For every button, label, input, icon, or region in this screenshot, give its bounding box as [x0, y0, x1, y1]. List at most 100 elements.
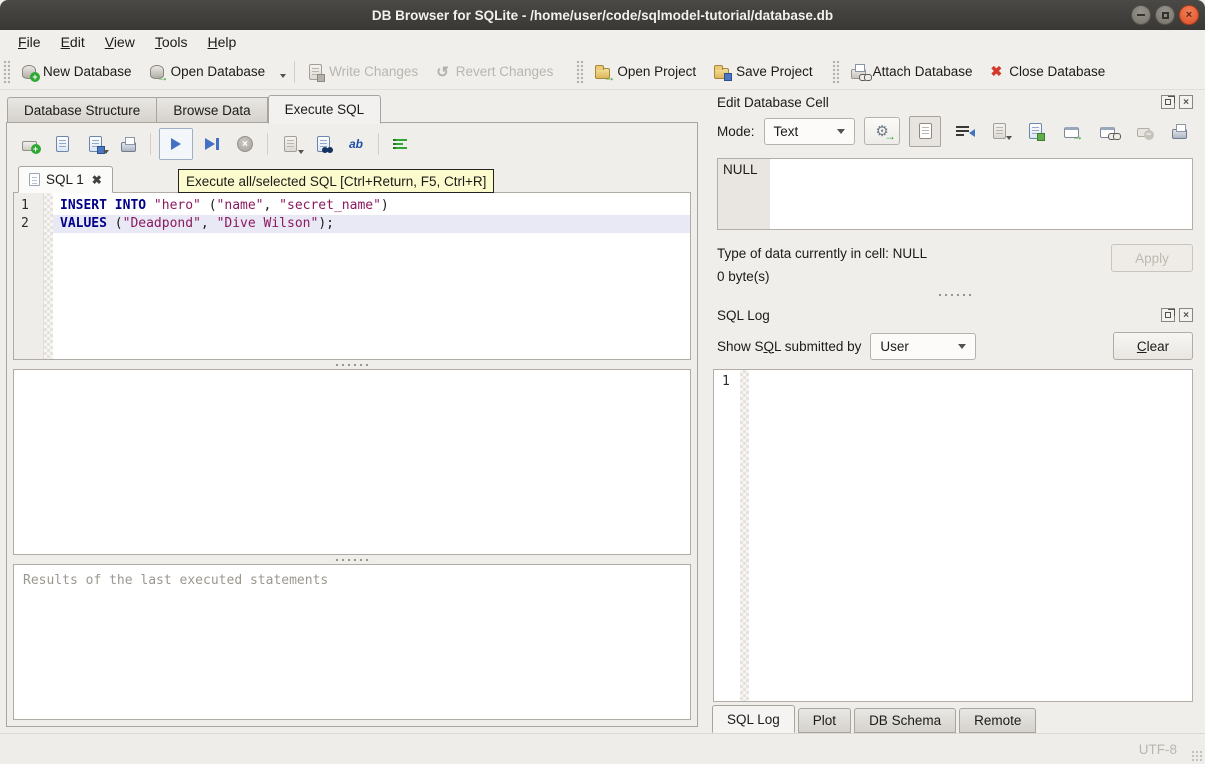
mode-value: Text	[774, 124, 799, 139]
print-sql-button[interactable]	[114, 130, 142, 158]
export-cell-button[interactable]	[1021, 118, 1049, 145]
auto-apply-button[interactable]: ⚙ →	[864, 117, 900, 145]
tab-db-schema[interactable]: DB Schema	[854, 708, 956, 733]
maximize-icon	[1162, 12, 1169, 19]
sql-file-tab[interactable]: SQL 1 ✖	[18, 166, 113, 193]
new-tab-icon: +	[22, 141, 37, 151]
close-dock-button[interactable]: ×	[1179, 95, 1193, 109]
save-results-button[interactable]	[276, 130, 304, 158]
results-grid[interactable]	[13, 369, 691, 555]
close-dock-button[interactable]: ×	[1179, 308, 1193, 322]
new-sql-tab-button[interactable]: +	[15, 130, 43, 158]
toolbar-drag-handle[interactable]	[576, 60, 583, 84]
cell-editor[interactable]: NULL	[717, 158, 1193, 230]
menu-help[interactable]: Help	[198, 32, 247, 52]
execute-tooltip: Execute all/selected SQL [Ctrl+Return, F…	[178, 169, 494, 193]
results-message-pane[interactable]: Results of the last executed statements	[13, 564, 691, 720]
word-wrap-button[interactable]	[949, 118, 977, 145]
sql-toolbar: + × ab	[13, 126, 691, 162]
editor-line-numbers: 1 2	[14, 193, 44, 359]
open-project-button[interactable]: → Open Project	[586, 60, 705, 83]
float-dock-button[interactable]	[1161, 95, 1175, 109]
find-replace-button[interactable]: ab	[342, 130, 370, 158]
import-cell-button[interactable]	[985, 118, 1013, 145]
chevron-down-icon	[958, 344, 966, 349]
menu-file[interactable]: File	[8, 32, 51, 52]
sql-document-icon	[29, 173, 40, 186]
format-sql-icon	[393, 137, 409, 151]
log-line-numbers: 1	[714, 370, 740, 701]
clear-log-button[interactable]: Clear	[1113, 332, 1193, 360]
stop-icon: ×	[237, 136, 253, 152]
toolbar-drag-handle[interactable]	[832, 60, 839, 84]
tab-remote[interactable]: Remote	[959, 708, 1036, 733]
revert-changes-button[interactable]: ↺ Revert Changes	[427, 59, 562, 85]
tab-database-structure[interactable]: Database Structure	[7, 97, 157, 123]
grid-message-splitter[interactable]	[13, 555, 691, 564]
line-number: 2	[21, 215, 43, 233]
print-icon	[1172, 129, 1187, 139]
sql-editor[interactable]: 1 2 INSERT INTO "hero" ("name", "secret_…	[13, 192, 691, 360]
database-open-icon: →	[150, 65, 164, 79]
execute-all-button[interactable]	[159, 128, 193, 160]
open-database-button[interactable]: → Open Database	[141, 60, 290, 83]
close-icon: ×	[1186, 9, 1192, 21]
text-mode-button[interactable]	[909, 116, 941, 147]
float-icon	[1165, 312, 1171, 318]
apply-button[interactable]: Apply	[1111, 244, 1193, 272]
open-in-external-button[interactable]: →	[1057, 118, 1085, 145]
cell-type-info: Type of data currently in cell: NULL	[717, 242, 927, 265]
find-icon	[317, 136, 330, 152]
encoding-indicator[interactable]: UTF-8	[1139, 742, 1177, 757]
sql-log-view[interactable]: 1	[713, 369, 1193, 702]
attach-database-icon	[851, 69, 866, 79]
line-number: 1	[722, 374, 730, 389]
editor-code-area[interactable]: INSERT INTO "hero" ("name", "secret_name…	[53, 193, 690, 359]
mode-combobox[interactable]: Text	[764, 118, 856, 145]
editor-results-splitter[interactable]	[13, 360, 691, 369]
sql-log-title: SQL Log	[717, 308, 770, 323]
minimize-button[interactable]	[1131, 5, 1151, 25]
submitted-by-combobox[interactable]: User	[870, 333, 976, 360]
link-icon	[1100, 127, 1115, 138]
format-sql-button[interactable]	[387, 130, 415, 158]
open-sql-file-button[interactable]	[48, 130, 76, 158]
copy-link-button[interactable]	[1093, 118, 1121, 145]
tab-sql-log[interactable]: SQL Log	[712, 705, 795, 733]
new-database-button[interactable]: + New Database	[13, 60, 141, 83]
chevron-down-icon	[837, 129, 845, 134]
find-button[interactable]	[309, 130, 337, 158]
stop-execution-button[interactable]: ×	[231, 130, 259, 158]
menu-edit[interactable]: Edit	[51, 32, 95, 52]
write-changes-button[interactable]: Write Changes	[300, 60, 427, 84]
save-sql-file-button[interactable]	[81, 130, 109, 158]
dock-splitter[interactable]	[709, 288, 1201, 303]
print-cell-button[interactable]	[1165, 118, 1193, 145]
tab-execute-sql[interactable]: Execute SQL	[268, 95, 382, 124]
close-database-button[interactable]: ✖ Close Database	[982, 59, 1115, 84]
titlebar: DB Browser for SQLite - /home/user/code/…	[0, 0, 1205, 30]
float-dock-button[interactable]	[1161, 308, 1175, 322]
sql-toolbar-separator	[267, 133, 268, 155]
main-toolbar: + New Database → Open Database Write Cha…	[0, 54, 1205, 90]
resize-grip[interactable]	[1191, 750, 1203, 762]
execute-icon	[171, 138, 181, 150]
open-sql-file-icon	[56, 136, 69, 152]
toolbar-separator	[294, 61, 295, 83]
attach-database-button[interactable]: Attach Database	[842, 60, 982, 83]
save-results-icon	[284, 136, 297, 152]
menu-tools[interactable]: Tools	[145, 32, 198, 52]
tab-plot[interactable]: Plot	[798, 708, 851, 733]
text-document-icon	[919, 123, 932, 139]
close-button[interactable]: ×	[1179, 5, 1199, 25]
execute-line-button[interactable]	[198, 130, 226, 158]
save-project-button[interactable]: Save Project	[705, 60, 822, 83]
tab-browse-data[interactable]: Browse Data	[157, 97, 267, 123]
toolbar-drag-handle[interactable]	[3, 60, 10, 84]
set-null-button[interactable]: −	[1129, 118, 1157, 145]
save-sql-file-icon	[89, 136, 102, 152]
close-tab-icon[interactable]: ✖	[92, 173, 102, 187]
menu-view[interactable]: View	[95, 32, 145, 52]
dropdown-caret-icon[interactable]	[272, 66, 280, 78]
maximize-button[interactable]	[1155, 5, 1175, 25]
